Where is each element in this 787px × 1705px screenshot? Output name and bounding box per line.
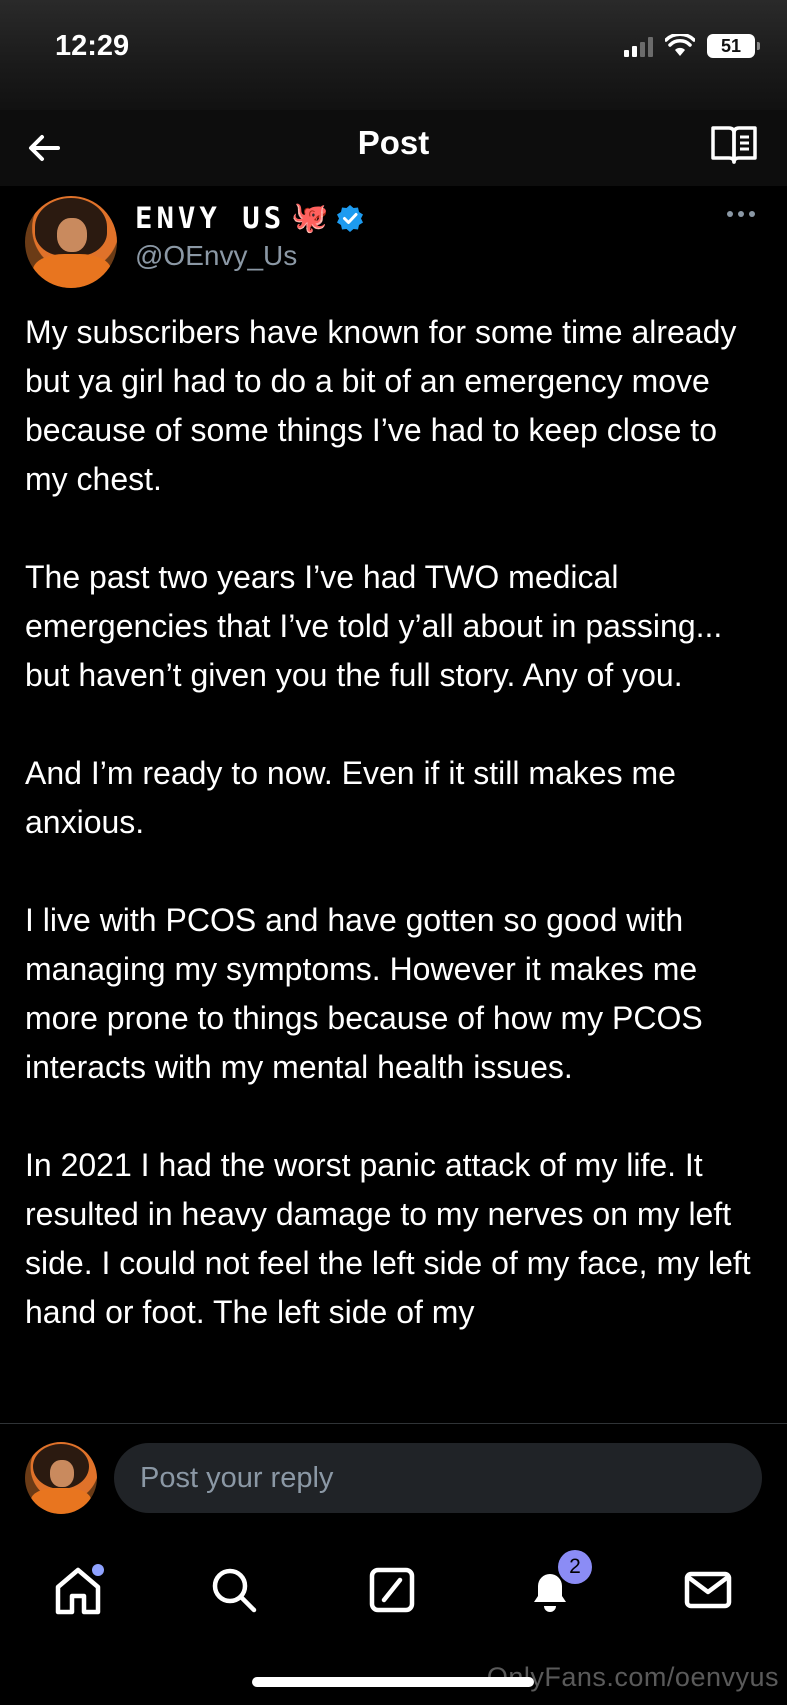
home-indicator [252, 1677, 534, 1687]
tab-home[interactable] [50, 1562, 106, 1618]
reader-mode-icon[interactable] [709, 122, 759, 168]
post: ENVY US 🐙 @OEnvy_Us My subscribers have … [0, 186, 787, 1424]
status-bar: 12:29 51 [0, 0, 787, 110]
user-avatar [25, 1442, 97, 1514]
author-handle[interactable]: @OEnvy_Us [135, 240, 297, 272]
cellular-signal-icon [624, 35, 653, 57]
battery-icon: 51 [707, 34, 760, 58]
bottom-tab-bar: 2 OnlyFans.com/oenvyus [0, 1532, 787, 1705]
home-unread-dot [92, 1564, 104, 1576]
verified-badge-icon [336, 204, 363, 232]
status-time: 12:29 [55, 30, 130, 62]
more-options-icon[interactable] [727, 211, 759, 221]
status-icons: 51 [624, 34, 760, 58]
search-icon [212, 1568, 257, 1613]
tab-grok[interactable] [364, 1562, 420, 1618]
tab-search[interactable] [206, 1562, 262, 1618]
reply-input[interactable] [114, 1443, 762, 1513]
page-title: Post [357, 124, 430, 161]
author-avatar[interactable] [25, 196, 117, 288]
post-paragraph: And I’m ready to now. Even if it still m… [25, 755, 676, 840]
notification-count-badge: 2 [558, 1550, 592, 1584]
post-paragraph: In 2021 I had the worst panic attack of … [25, 1147, 751, 1330]
wifi-icon [665, 34, 695, 56]
tab-messages[interactable] [680, 1562, 736, 1618]
reply-bar [0, 1424, 787, 1532]
author-display-name: ENVY US [135, 200, 286, 235]
page-header: Post [0, 110, 787, 186]
mail-icon [684, 1571, 732, 1609]
tab-notifications[interactable]: 2 [522, 1550, 592, 1618]
post-paragraph: The past two years I’ve had TWO medical … [25, 559, 723, 693]
post-text: My subscribers have known for some time … [25, 308, 765, 1386]
post-paragraph: I live with PCOS and have gotten so good… [25, 902, 703, 1085]
author-name-emoji: 🐙 [291, 201, 329, 234]
grok-icon [369, 1567, 415, 1613]
post-paragraph: My subscribers have known for some time … [25, 314, 737, 497]
author-name-row[interactable]: ENVY US 🐙 [135, 200, 365, 235]
